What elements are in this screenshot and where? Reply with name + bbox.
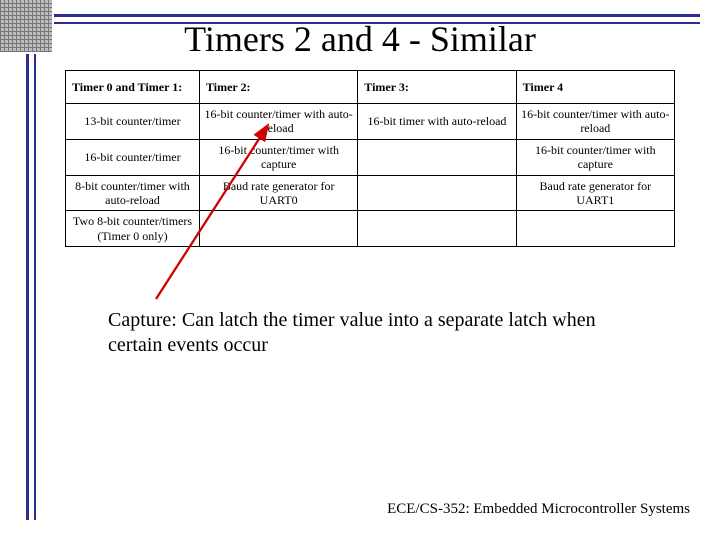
slide: Timers 2 and 4 - Similar Timer 0 and Tim… [0,0,720,540]
table-cell: 16-bit timer with auto-reload [358,104,516,140]
slide-title: Timers 2 and 4 - Similar [0,18,720,60]
left-rule-thin [34,14,36,520]
table-cell: 16-bit counter/timer with capture [199,139,357,175]
top-rule-thick [12,14,700,17]
col-header: Timer 0 and Timer 1: [66,71,200,104]
table-cell: 16-bit counter/timer with capture [516,139,674,175]
table-cell: 13-bit counter/timer [66,104,200,140]
table-cell: 8-bit counter/timer with auto-reload [66,175,200,211]
table-row: 8-bit counter/timer with auto-reload Bau… [66,175,675,211]
table-cell: Baud rate generator for UART0 [199,175,357,211]
col-header: Timer 3: [358,71,516,104]
table-cell [358,211,516,247]
table-cell: 16-bit counter/timer with auto-reload [516,104,674,140]
footer-text: ECE/CS-352: Embedded Microcontroller Sys… [387,501,690,518]
table-cell: Two 8-bit counter/timers (Timer 0 only) [66,211,200,247]
table-cell: Baud rate generator for UART1 [516,175,674,211]
table-row: 13-bit counter/timer 16-bit counter/time… [66,104,675,140]
table-cell: 16-bit counter/timer with auto-reload [199,104,357,140]
left-rule-thick [26,14,29,520]
table-cell [199,211,357,247]
table-row: Two 8-bit counter/timers (Timer 0 only) [66,211,675,247]
table-cell [358,175,516,211]
table-header-row: Timer 0 and Timer 1: Timer 2: Timer 3: T… [66,71,675,104]
table-cell [358,139,516,175]
col-header: Timer 2: [199,71,357,104]
caption-text: Capture: Can latch the timer value into … [108,308,628,358]
table-cell [516,211,674,247]
timer-comparison-table: Timer 0 and Timer 1: Timer 2: Timer 3: T… [65,70,675,247]
table-cell: 16-bit counter/timer [66,139,200,175]
table-row: 16-bit counter/timer 16-bit counter/time… [66,139,675,175]
col-header: Timer 4 [516,71,674,104]
